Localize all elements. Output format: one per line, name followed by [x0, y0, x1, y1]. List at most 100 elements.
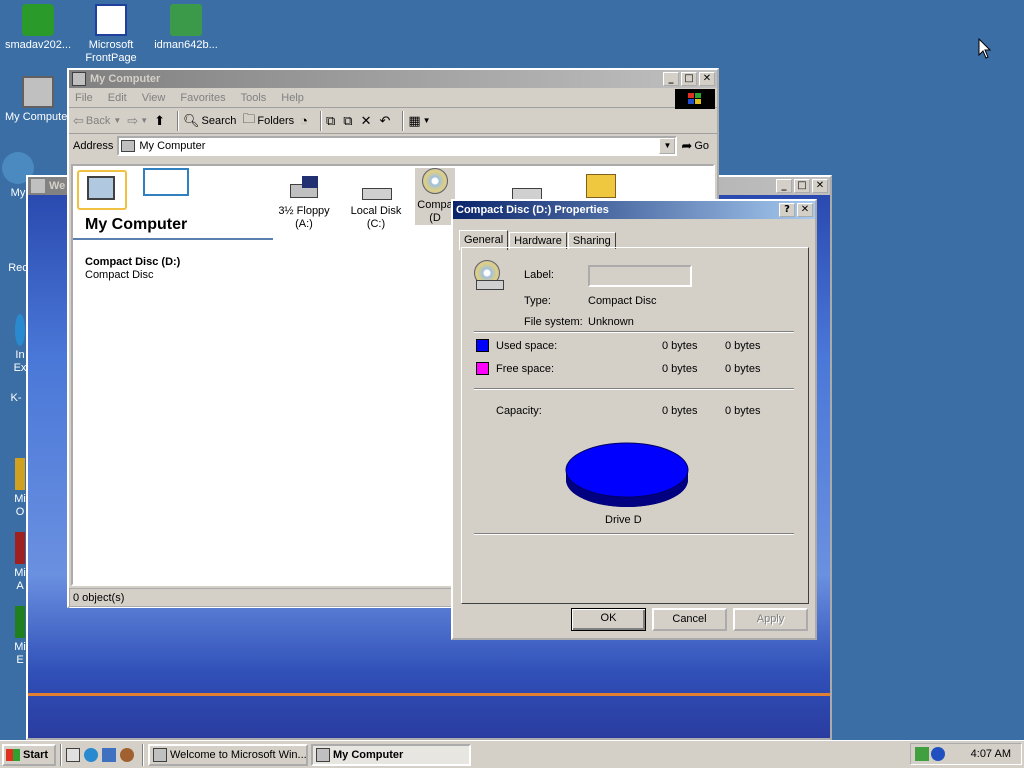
minimize-button[interactable]: _ — [776, 179, 792, 193]
folders-icon: 🗀 — [242, 110, 256, 126]
quicklaunch-ie[interactable] — [84, 747, 98, 762]
up-folder-button[interactable]: ⬆ — [154, 113, 167, 129]
minimize-button[interactable]: _ — [663, 72, 679, 86]
address-label: Address — [73, 140, 114, 152]
undo-button[interactable]: ↶ — [379, 113, 392, 129]
drive-compact-disc-d[interactable]: Compa (D — [415, 168, 455, 225]
toolbar-separator — [319, 110, 322, 131]
copy-to-button[interactable]: ⧉ — [343, 113, 354, 129]
office-icon — [15, 606, 25, 638]
maximize-button[interactable]: □ — [681, 72, 697, 86]
desktop-icon-label: smadav202... — [4, 39, 72, 51]
address-bar: Address My Computer ▼ ➦ Go — [69, 134, 717, 158]
address-input[interactable]: My Computer ▼ — [117, 136, 678, 156]
copy-to-icon: ⧉ — [343, 112, 353, 128]
clock[interactable]: 4:07 AM — [971, 748, 1011, 760]
drive-label: Compa (D — [417, 199, 453, 224]
divider — [474, 331, 794, 333]
taskbar-separator — [60, 743, 62, 766]
menu-help[interactable]: Help — [281, 92, 304, 104]
back-arrow-icon: ⇦ — [73, 112, 84, 128]
used-space-bytes: 0 bytes — [662, 340, 698, 352]
forward-button[interactable]: ⇨ ▼ — [127, 113, 148, 129]
apply-button[interactable]: Apply — [733, 608, 808, 631]
drive-floppy[interactable]: 3½ Floppy (A:) — [269, 174, 339, 231]
explorer-titlebar[interactable]: My Computer _ □ ✕ — [69, 70, 717, 88]
help-button[interactable]: ? — [779, 203, 795, 217]
forward-arrow-icon: ⇨ — [127, 112, 139, 128]
ie-icon — [84, 747, 98, 762]
folders-button[interactable]: 🗀 Folders — [242, 110, 294, 132]
quicklaunch-desktop[interactable] — [66, 747, 80, 762]
divider — [474, 388, 794, 390]
quicklaunch-media[interactable] — [120, 747, 134, 762]
search-button[interactable]: 🔍︎ Search — [183, 113, 236, 129]
toolbar-separator — [402, 110, 405, 131]
filesystem-caption: File system: — [524, 316, 583, 328]
properties-titlebar[interactable]: Compact Disc (D:) Properties ? ✕ — [453, 201, 815, 219]
task-my-computer[interactable]: My Computer — [311, 743, 471, 766]
desktop-icon-frontpage[interactable]: Microsoft FrontPage — [73, 4, 149, 65]
menu-view[interactable]: View — [142, 92, 166, 104]
menu-file[interactable]: File — [75, 92, 93, 104]
idman-icon — [170, 4, 202, 36]
menu-tools[interactable]: Tools — [241, 92, 267, 104]
address-dropdown-button[interactable]: ▼ — [659, 138, 676, 154]
views-icon: ▦ — [408, 112, 421, 128]
properties-dialog[interactable]: Compact Disc (D:) Properties ? ✕ General… — [451, 199, 817, 640]
desktop-icon-idman[interactable]: idman642b... — [148, 4, 224, 52]
general-tab-panel: Label: Type: Compact Disc File system: U… — [461, 247, 809, 604]
show-desktop-icon — [66, 747, 80, 762]
close-button[interactable]: ✕ — [797, 203, 813, 217]
free-space-size: 0 bytes — [725, 363, 761, 375]
label-caption: Label: — [524, 269, 554, 281]
label-input[interactable] — [588, 265, 692, 287]
menu-bar: File Edit View Favorites Tools Help — [69, 88, 717, 109]
go-arrow-icon: ➦ — [681, 138, 693, 153]
type-caption: Type: — [524, 295, 551, 307]
ok-button[interactable]: OK — [571, 608, 646, 631]
maximize-button[interactable]: □ — [794, 179, 810, 193]
close-button[interactable]: ✕ — [812, 179, 828, 193]
menu-edit[interactable]: Edit — [108, 92, 127, 104]
capacity-bytes: 0 bytes — [662, 405, 698, 417]
search-icon: 🔍︎ — [183, 112, 200, 128]
page-title: My Computer — [85, 216, 188, 233]
move-to-icon: ⧉ — [325, 112, 336, 128]
windows-logo-icon — [6, 748, 20, 761]
history-icon: ◔ — [300, 113, 308, 128]
undo-icon: ↶ — [379, 112, 391, 128]
desktop-icon-label: My Computer — [4, 111, 72, 123]
drive-label: 3½ Floppy (A:) — [278, 205, 330, 230]
antivirus-tray-icon[interactable] — [931, 747, 945, 761]
delete-button[interactable]: ✕ — [361, 113, 374, 129]
quicklaunch-outlook[interactable] — [102, 747, 116, 762]
drive-label: Local Disk (C:) — [350, 205, 402, 230]
move-to-button[interactable]: ⧉ — [326, 113, 337, 129]
history-button[interactable]: ◔ — [300, 113, 310, 128]
frontpage-icon — [95, 4, 127, 36]
desktop-icon-smadav[interactable]: smadav202... — [0, 4, 76, 52]
webview-header-graphic — [73, 166, 193, 214]
task-welcome[interactable]: Welcome to Microsoft Win... — [148, 743, 308, 766]
drive-local-disk-c[interactable]: Local Disk (C:) — [341, 174, 411, 231]
computer-icon — [72, 72, 86, 86]
smadav-icon — [22, 4, 54, 36]
network-tray-icon[interactable] — [915, 747, 929, 761]
menu-favorites[interactable]: Favorites — [180, 92, 225, 104]
computer-icon — [316, 747, 330, 762]
close-button[interactable]: ✕ — [699, 72, 715, 86]
back-button[interactable]: ⇦ Back ▼ — [73, 113, 121, 129]
address-value: My Computer — [139, 140, 206, 152]
computer-icon — [87, 176, 115, 200]
disk-usage-pie — [565, 442, 689, 507]
start-button[interactable]: Start — [2, 743, 56, 766]
computer-icon — [121, 140, 136, 152]
views-button[interactable]: ▦ ▼ — [408, 113, 430, 129]
desktop-icon-my-computer[interactable]: My Computer — [0, 76, 76, 124]
go-button[interactable]: ➦ Go — [681, 138, 709, 154]
properties-tabs: General Hardware Sharing — [453, 229, 815, 250]
cd-drive-icon — [474, 260, 504, 290]
cancel-button[interactable]: Cancel — [652, 608, 727, 631]
used-space-swatch — [476, 339, 489, 352]
